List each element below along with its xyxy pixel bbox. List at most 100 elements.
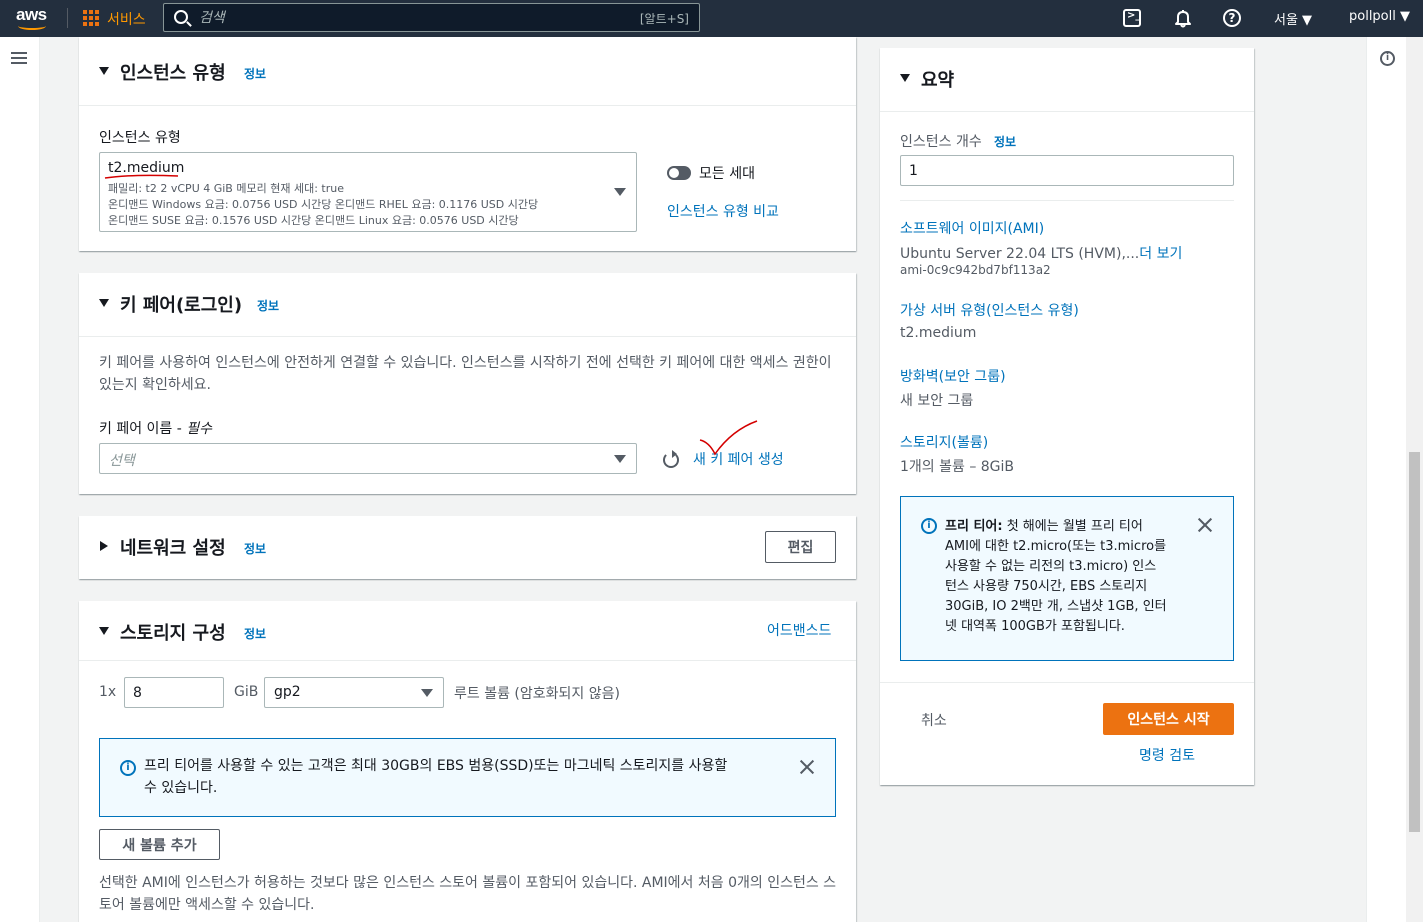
page-scrollbar[interactable] <box>1406 37 1423 922</box>
chevron-down-icon <box>421 689 433 697</box>
instance-price-line: 온디맨드 SUSE 요금: 0.1576 USD 시간당 온디맨드 Linux … <box>108 214 519 227</box>
cancel-button[interactable]: 취소 <box>921 710 947 730</box>
scrollbar-thumb[interactable] <box>1409 452 1420 832</box>
key-pair-select[interactable]: 선택 <box>99 443 637 474</box>
hamburger-menu-icon[interactable] <box>11 52 27 64</box>
advanced-link[interactable]: 어드밴스드 <box>767 620 831 640</box>
instance-type-panel: 인스턴스 유형 정보 인스턴스 유형 t2.medium 패밀리: t2 2 v… <box>79 37 856 251</box>
add-volume-button[interactable]: 새 볼륨 추가 <box>99 829 220 860</box>
collapse-caret-icon[interactable] <box>99 299 109 307</box>
instance-count-input[interactable] <box>900 155 1234 186</box>
info-link[interactable]: 정보 <box>994 133 1016 150</box>
panel-header: 키 페어(로그인) 정보 <box>79 273 856 337</box>
instance-type-select[interactable]: t2.medium 패밀리: t2 2 vCPU 4 GiB 메모리 현재 세대… <box>99 152 637 232</box>
field-label: 인스턴스 유형 <box>99 130 181 146</box>
right-tools-panel: i <box>1366 37 1406 922</box>
services-menu[interactable]: 서비스 <box>107 9 146 29</box>
close-icon[interactable] <box>799 759 815 775</box>
panel-header: 요약 <box>880 48 1254 112</box>
divider <box>880 682 1254 683</box>
free-tier-alert: i 프리 티어: 첫 해에는 월별 프리 티어 AMI에 대한 t2.micro… <box>900 496 1234 661</box>
panel-title: 스토리지 구성 <box>120 623 226 644</box>
compare-instance-types-link[interactable]: 인스턴스 유형 비교 <box>667 201 779 221</box>
alert-text: 프리 티어를 사용할 수 있는 고객은 최대 30GB의 EBS 범용(SSD)… <box>144 758 728 796</box>
required-text: 필수 <box>186 421 213 437</box>
refresh-icon[interactable] <box>663 450 679 468</box>
volume-unit: GiB <box>234 684 259 700</box>
instance-spec-line: 패밀리: t2 2 vCPU 4 GiB 메모리 현재 세대: true <box>108 182 344 195</box>
ami-id: ami-0c9c942bd7bf113a2 <box>900 263 1051 277</box>
volume-type-select[interactable]: gp2 <box>264 677 444 708</box>
info-link[interactable]: 정보 <box>244 540 266 557</box>
services-grid-icon[interactable] <box>83 10 99 26</box>
instance-price-line: 온디맨드 Windows 요금: 0.0756 USD 시간당 온디맨드 RHE… <box>108 198 539 211</box>
free-tier-line: 넷 대역폭 100GB가 포함됩니다. <box>945 619 1125 634</box>
collapse-caret-icon[interactable] <box>99 627 109 635</box>
volume-size-input[interactable] <box>124 677 224 708</box>
red-checkmark-annotation <box>699 420 758 456</box>
info-link[interactable]: 정보 <box>244 625 266 642</box>
panel-title: 키 페어(로그인) <box>120 295 243 316</box>
left-sidebar-collapsed <box>0 37 40 922</box>
ami-name-text: Ubuntu Server 22.04 LTS (HVM),... <box>900 246 1140 262</box>
key-pair-name-label: 키 페어 이름 - 필수 <box>99 418 212 438</box>
instance-type-link[interactable]: 가상 서버 유형(인스턴스 유형) <box>900 300 1079 320</box>
info-link[interactable]: 정보 <box>244 65 266 82</box>
collapse-caret-icon[interactable] <box>900 74 910 82</box>
info-panel-icon[interactable]: i <box>1380 51 1395 66</box>
launch-instance-button[interactable]: 인스턴스 시작 <box>1103 703 1234 735</box>
notifications-bell-icon[interactable] <box>1173 8 1193 28</box>
panel-title: 인스턴스 유형 <box>120 63 226 84</box>
key-pair-description: 키 페어를 사용하여 인스턴스에 안전하게 연결할 수 있습니다. 인스턴스를 … <box>99 355 832 393</box>
all-generations-label: 모든 세대 <box>699 166 755 182</box>
free-tier-bold: 프리 티어: <box>945 519 1003 534</box>
search-shortcut: [알트+S] <box>639 12 689 26</box>
aws-logo[interactable]: aws <box>16 5 50 31</box>
free-tier-line: AMI에 대한 t2.micro(또는 t3.micro를 <box>945 539 1167 554</box>
ami-more-link[interactable]: 더 보기 <box>1139 246 1182 262</box>
free-tier-line: 사용할 수 없는 리전의 t3.micro) 인스 <box>945 559 1157 574</box>
info-link[interactable]: 정보 <box>257 297 279 314</box>
account-menu[interactable]: pollpoll ▼ <box>1349 9 1410 24</box>
free-tier-text: 프리 티어: 첫 해에는 월별 프리 티어 AMI에 대한 t2.micro(또… <box>945 517 1195 637</box>
panel-title: 요약 <box>921 70 955 91</box>
storage-link[interactable]: 스토리지(볼륨) <box>900 432 988 452</box>
close-icon[interactable] <box>1197 517 1213 533</box>
volume-count-prefix: 1x <box>99 684 117 700</box>
label-text: 키 페어 이름 - <box>99 421 187 437</box>
expand-caret-icon[interactable] <box>100 541 108 551</box>
firewall-link[interactable]: 방화벽(보안 그룹) <box>900 366 1006 386</box>
select-placeholder: 선택 <box>109 453 135 469</box>
review-commands-link[interactable]: 명령 검토 <box>1139 745 1195 765</box>
edit-network-button[interactable]: 편집 <box>765 531 836 563</box>
info-icon: i <box>921 518 937 534</box>
root-volume-label: 루트 볼륨 (암호화되지 않음) <box>454 686 620 702</box>
storage-value: 1개의 볼륨 – 8GiB <box>900 459 1015 475</box>
key-pair-panel: 키 페어(로그인) 정보 키 페어를 사용하여 인스턴스에 안전하게 연결할 수… <box>79 273 856 494</box>
free-tier-line: 턴스 사용량 750시간, EBS 스토리지 <box>945 579 1148 594</box>
ami-link[interactable]: 소프트웨어 이미지(AMI) <box>900 218 1044 238</box>
volume-type-value: gp2 <box>274 684 301 700</box>
panel-header: 인스턴스 유형 정보 <box>79 37 856 106</box>
instance-store-note: 선택한 AMI에 인스턴스가 허용하는 것보다 많은 인스턴스 스토어 볼륨이 … <box>99 875 837 913</box>
collapse-caret-icon[interactable] <box>99 67 109 75</box>
instance-count-label: 인스턴스 개수 <box>900 134 982 150</box>
region-selector[interactable]: 서울 ▼ <box>1274 9 1312 28</box>
chevron-down-icon <box>614 188 626 196</box>
ami-name: Ubuntu Server 22.04 LTS (HVM),...더 보기 <box>900 243 1182 263</box>
chevron-down-icon <box>614 455 626 463</box>
search-input[interactable] <box>199 7 599 29</box>
info-icon: i <box>120 760 136 776</box>
nav-divider <box>67 8 68 28</box>
help-icon[interactable]: ? <box>1223 9 1241 27</box>
instance-type-value: t2.medium <box>900 325 977 341</box>
summary-panel: 요약 인스턴스 개수 정보 소프트웨어 이미지(AMI) Ubuntu Serv… <box>880 48 1254 785</box>
free-tier-line: 프리 티어: 첫 해에는 월별 프리 티어 <box>945 517 1195 537</box>
search-box[interactable]: [알트+S] <box>163 3 700 32</box>
cloudshell-icon[interactable] <box>1123 9 1141 27</box>
panel-title: 네트워크 설정 <box>120 538 226 559</box>
top-navigation: aws 서비스 [알트+S] ? 서울 ▼ pollpoll ▼ <box>0 0 1423 37</box>
all-generations-toggle[interactable] <box>667 166 691 180</box>
firewall-value: 새 보안 그룹 <box>900 393 974 409</box>
free-tier-line: 30GiB, IO 2백만 개, 스냅샷 1GB, 인터 <box>945 599 1167 614</box>
